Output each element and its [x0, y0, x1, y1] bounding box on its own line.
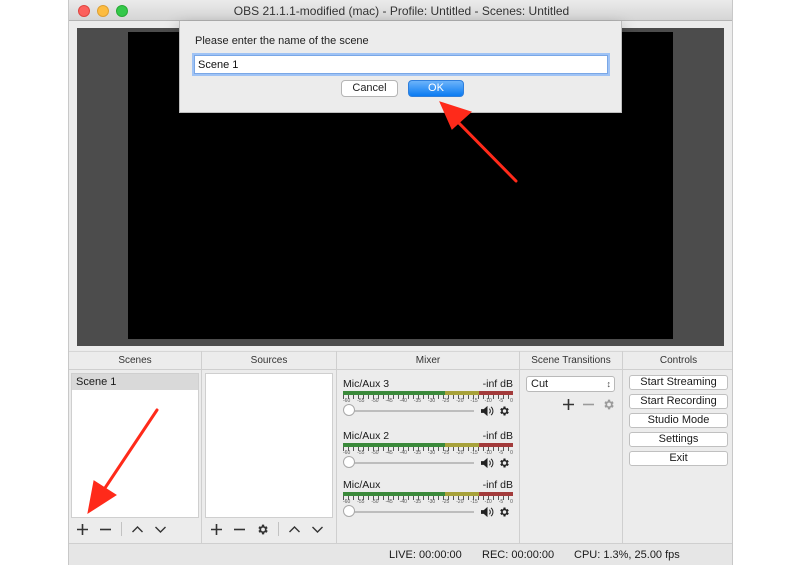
annotation-arrow: [87, 408, 159, 515]
annotation-arrow: [439, 101, 518, 183]
annotation-overlay: [87, 101, 518, 515]
